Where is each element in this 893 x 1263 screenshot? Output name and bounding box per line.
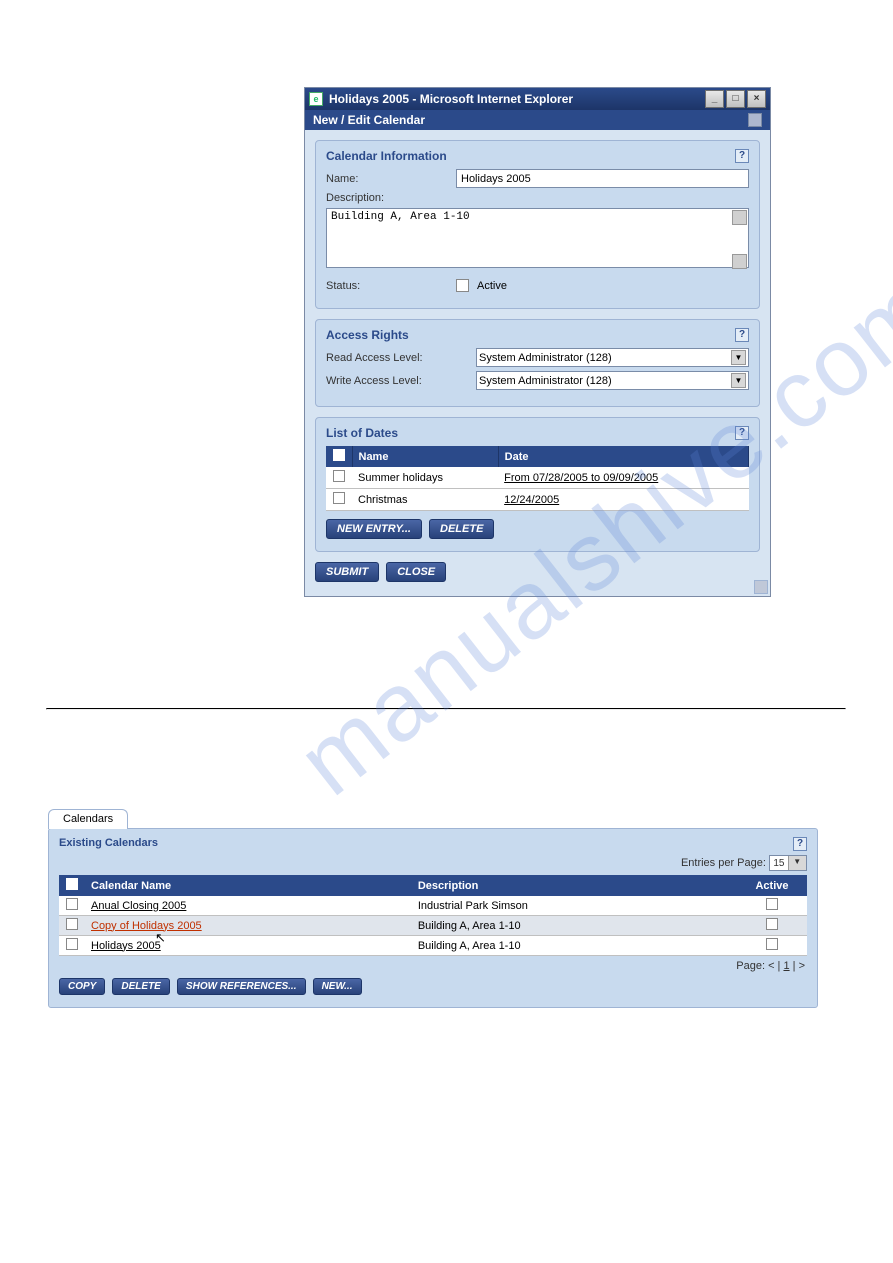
page-current[interactable]: 1 bbox=[783, 960, 789, 972]
existing-calendars-box: Existing Calendars ? Entries per Page: 1… bbox=[48, 828, 818, 1008]
date-name: Christmas bbox=[358, 494, 408, 506]
copy-button[interactable]: COPY bbox=[59, 978, 105, 995]
active-checkbox[interactable] bbox=[766, 938, 778, 950]
edit-calendar-dialog: e Holidays 2005 - Microsoft Internet Exp… bbox=[304, 87, 771, 597]
write-access-select[interactable]: System Administrator (128) ▼ bbox=[476, 371, 749, 390]
dates-col-name: Name bbox=[352, 446, 498, 467]
date-link[interactable]: 12/24/2005 bbox=[504, 494, 559, 506]
read-access-label: Read Access Level: bbox=[326, 352, 476, 364]
read-access-select[interactable]: System Administrator (128) ▼ bbox=[476, 348, 749, 367]
help-icon[interactable]: ? bbox=[793, 837, 807, 851]
dates-col-date: Date bbox=[498, 446, 748, 467]
dates-table: Name Date Summer holidays From 07/28/200… bbox=[326, 446, 749, 511]
resize-grip-icon bbox=[754, 580, 768, 594]
delete-entry-button[interactable]: DELETE bbox=[429, 519, 494, 539]
chevron-down-icon: ▼ bbox=[731, 373, 746, 388]
calendar-name-link[interactable]: Copy of Holidays 2005 bbox=[91, 920, 202, 932]
access-rights-fieldset: Access Rights ? Read Access Level: Syste… bbox=[315, 319, 760, 407]
active-checkbox[interactable] bbox=[766, 898, 778, 910]
calendar-row: Holidays 2005 Building A, Area 1-10 bbox=[59, 936, 807, 956]
calendar-row: Anual Closing 2005 Industrial Park Simso… bbox=[59, 896, 807, 916]
status-label: Status: bbox=[326, 280, 456, 292]
window-title: Holidays 2005 - Microsoft Internet Explo… bbox=[329, 92, 699, 106]
row-checkbox[interactable] bbox=[333, 470, 345, 482]
help-icon[interactable]: ? bbox=[735, 426, 749, 440]
textarea-scroll-up-icon bbox=[732, 210, 747, 225]
tab-calendars[interactable]: Calendars bbox=[48, 809, 128, 829]
date-name: Summer holidays bbox=[358, 472, 443, 484]
help-icon[interactable]: ? bbox=[735, 328, 749, 342]
subheader-box-icon bbox=[748, 113, 762, 127]
maximize-button[interactable]: □ bbox=[726, 90, 745, 108]
close-window-button[interactable]: × bbox=[747, 90, 766, 108]
calendars-table: Calendar Name Description Active Anual C… bbox=[59, 875, 807, 956]
write-access-value: System Administrator (128) bbox=[479, 375, 612, 387]
cal-col-name: Calendar Name bbox=[85, 875, 412, 896]
read-access-value: System Administrator (128) bbox=[479, 352, 612, 364]
cal-select-all-header bbox=[59, 875, 85, 896]
row-checkbox[interactable] bbox=[66, 938, 78, 950]
active-label: Active bbox=[477, 280, 507, 292]
delete-button[interactable]: DELETE bbox=[112, 978, 169, 995]
cal-col-active: Active bbox=[737, 875, 807, 896]
name-label: Name: bbox=[326, 173, 456, 185]
active-checkbox[interactable] bbox=[766, 918, 778, 930]
description-textarea[interactable] bbox=[326, 208, 749, 268]
write-access-label: Write Access Level: bbox=[326, 375, 476, 387]
pagination: Page: < | 1 | > bbox=[59, 960, 805, 972]
new-entry-button[interactable]: NEW ENTRY... bbox=[326, 519, 422, 539]
list-of-dates-title: List of Dates bbox=[326, 426, 398, 440]
dialog-body: Calendar Information ? Name: Description… bbox=[305, 130, 770, 596]
close-button[interactable]: CLOSE bbox=[386, 562, 446, 582]
calendar-row: Copy of Holidays 2005 Building A, Area 1… bbox=[59, 916, 807, 936]
date-link[interactable]: From 07/28/2005 to 09/09/2005 bbox=[504, 472, 658, 484]
entries-per-page-label: Entries per Page: bbox=[681, 857, 766, 869]
name-input[interactable] bbox=[456, 169, 749, 188]
calendar-desc: Industrial Park Simson bbox=[418, 900, 528, 912]
calendar-name-link[interactable]: Holidays 2005 bbox=[91, 940, 161, 952]
calendar-desc: Building A, Area 1-10 bbox=[418, 940, 521, 952]
row-checkbox[interactable] bbox=[66, 898, 78, 910]
calendars-panel: Calendars Existing Calendars ? Entries p… bbox=[48, 808, 818, 1008]
page-suffix: | > bbox=[793, 960, 805, 972]
existing-calendars-title: Existing Calendars bbox=[59, 837, 158, 851]
minimize-button[interactable]: _ bbox=[705, 90, 724, 108]
calendar-info-title: Calendar Information bbox=[326, 149, 447, 163]
list-of-dates-fieldset: List of Dates ? Name Date Summer holiday… bbox=[315, 417, 760, 552]
titlebar: e Holidays 2005 - Microsoft Internet Exp… bbox=[305, 88, 770, 110]
help-icon[interactable]: ? bbox=[735, 149, 749, 163]
window-buttons: _ □ × bbox=[705, 90, 766, 108]
active-checkbox[interactable] bbox=[456, 279, 469, 292]
row-checkbox[interactable] bbox=[66, 918, 78, 930]
subheader-title: New / Edit Calendar bbox=[313, 113, 425, 127]
entries-per-page-value: 15 bbox=[770, 858, 788, 869]
show-references-button[interactable]: SHOW REFERENCES... bbox=[177, 978, 306, 995]
chevron-down-icon: ▼ bbox=[788, 856, 807, 870]
ie-icon: e bbox=[309, 92, 323, 106]
select-all-checkbox[interactable] bbox=[66, 878, 78, 890]
calendar-desc: Building A, Area 1-10 bbox=[418, 920, 521, 932]
dates-select-all-header bbox=[326, 446, 352, 467]
dates-row: Christmas 12/24/2005 bbox=[326, 489, 749, 511]
calendar-name-link[interactable]: Anual Closing 2005 bbox=[91, 900, 186, 912]
dates-row: Summer holidays From 07/28/2005 to 09/09… bbox=[326, 467, 749, 489]
select-all-checkbox[interactable] bbox=[333, 449, 345, 461]
page-prefix: Page: < | bbox=[736, 960, 780, 972]
entries-per-page-select[interactable]: 15 ▼ bbox=[769, 855, 807, 871]
calendar-information-fieldset: Calendar Information ? Name: Description… bbox=[315, 140, 760, 309]
description-label: Description: bbox=[326, 192, 456, 204]
cal-col-desc: Description bbox=[412, 875, 737, 896]
dialog-subheader: New / Edit Calendar bbox=[305, 110, 770, 130]
chevron-down-icon: ▼ bbox=[731, 350, 746, 365]
new-button[interactable]: NEW... bbox=[313, 978, 362, 995]
row-checkbox[interactable] bbox=[333, 492, 345, 504]
textarea-scroll-down-icon bbox=[732, 254, 747, 269]
separator bbox=[46, 708, 846, 710]
access-rights-title: Access Rights bbox=[326, 328, 409, 342]
submit-button[interactable]: SUBMIT bbox=[315, 562, 379, 582]
